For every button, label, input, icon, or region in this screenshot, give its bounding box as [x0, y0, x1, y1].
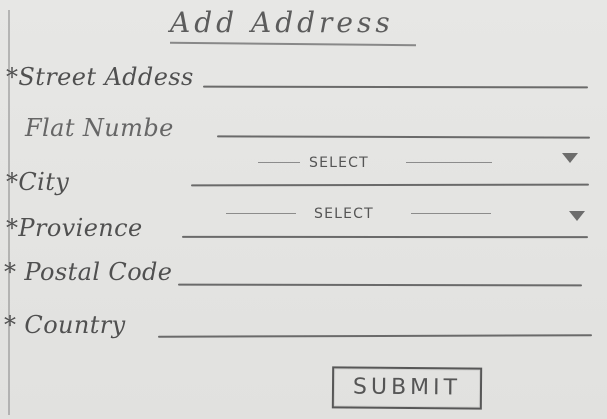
province-select-dash-right — [411, 213, 491, 214]
flat-number-label: Flat Numbe — [25, 114, 174, 142]
country-label: * Country — [4, 311, 126, 339]
province-label: *Provience — [6, 214, 143, 242]
city-label: *City — [6, 168, 70, 196]
street-address-label: *Street Addess — [6, 63, 194, 91]
submit-button[interactable]: SUBMIT — [331, 366, 483, 410]
postal-code-input[interactable] — [178, 270, 582, 294]
city-select-text: SELECT — [309, 155, 369, 171]
page-title: Add Address — [170, 6, 394, 39]
province-line — [181, 235, 589, 239]
caret-down-icon[interactable] — [569, 211, 585, 221]
postal-code-label: * Postal Code — [4, 258, 173, 286]
city-select-dash-left — [258, 162, 300, 163]
sketch-page: Add Address *Street Addess Flat Numbe *C… — [0, 0, 607, 419]
city-select-dash-right — [406, 162, 492, 163]
caret-down-icon[interactable] — [562, 153, 578, 163]
province-select-text: SELECT — [314, 206, 374, 222]
province-select-dash-left — [226, 213, 296, 214]
flat-number-input[interactable] — [217, 123, 590, 145]
province-select[interactable] — [182, 202, 588, 246]
title-underline — [169, 41, 417, 47]
